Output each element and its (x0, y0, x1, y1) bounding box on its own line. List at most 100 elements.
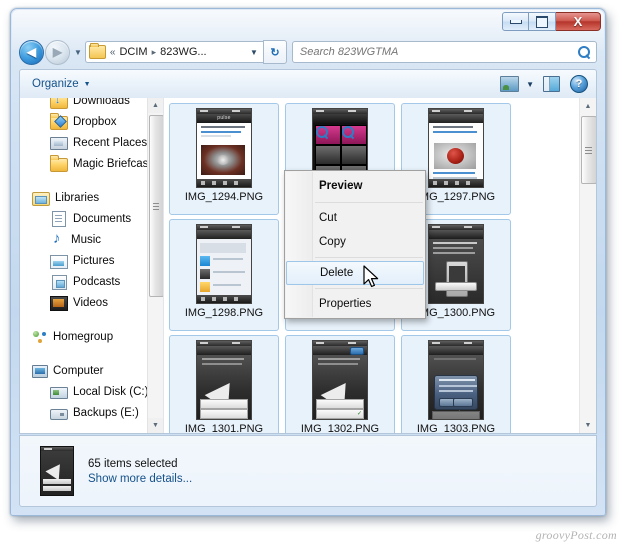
search-icon (578, 45, 591, 59)
navigation-list: Downloads Dropbox Recent Places Magic Br… (20, 98, 149, 423)
show-more-details-link[interactable]: Show more details... (88, 473, 192, 485)
sidebar-item-label: Computer (53, 364, 104, 377)
back-arrow-icon: ◀ (26, 45, 37, 59)
computer-icon (32, 365, 48, 378)
sidebar-item-libraries[interactable]: Libraries (20, 187, 149, 208)
sidebar-item-homegroup[interactable]: Homegroup (20, 326, 149, 347)
context-menu-item-copy[interactable]: Copy (285, 230, 425, 254)
sidebar-item-backups[interactable]: Backups (E:) (20, 402, 149, 423)
view-mode-chevron-down-icon[interactable]: ▼ (526, 80, 534, 89)
sidebar-item-podcasts[interactable]: Podcasts (20, 271, 149, 292)
file-tile[interactable]: ✓ IMG_1302.PNG (285, 335, 395, 433)
nav-scroll-down-button[interactable]: ▼ (148, 418, 163, 433)
phone-content (197, 123, 251, 187)
file-tile[interactable]: IMG_1301.PNG (169, 335, 279, 433)
search-input[interactable] (297, 45, 578, 59)
sidebar-item-downloads[interactable]: Downloads (20, 98, 149, 111)
details-text: 65 items selected Show more details... (88, 458, 192, 485)
file-scroll-down-button[interactable]: ▼ (580, 417, 596, 433)
sidebar-item-magic-briefcase[interactable]: Magic Briefcas (20, 153, 149, 174)
refresh-button[interactable]: ↻ (262, 40, 287, 64)
music-icon (50, 230, 66, 247)
sidebar-item-pictures[interactable]: Pictures (20, 250, 149, 271)
sidebar-item-label: Videos (73, 296, 108, 309)
forward-button[interactable]: ▶ (45, 39, 70, 65)
file-name: IMG_1300.PNG (416, 307, 496, 319)
history-dropdown-button[interactable]: ▼ (74, 48, 82, 57)
breadcrumb-item-dcim[interactable]: DCIM (119, 46, 147, 58)
close-button[interactable]: X (556, 12, 601, 31)
context-menu-item-delete[interactable]: Delete (286, 261, 424, 285)
phone-content (429, 123, 483, 187)
restore-button[interactable] (529, 12, 556, 31)
file-tile[interactable]: IMG_1294.PNG (169, 103, 279, 215)
chevron-up-icon: ▲ (152, 102, 159, 109)
sidebar-item-label: Local Disk (C:) (73, 385, 149, 398)
command-toolbar: Organize ▼ ▼ ? (19, 69, 597, 98)
sidebar-item-label: Backups (E:) (73, 406, 139, 419)
sidebar-item-documents[interactable]: Documents (20, 208, 149, 229)
folder-icon (88, 43, 106, 59)
context-menu-label: Preview (319, 180, 363, 192)
file-pane-scrollbar[interactable]: ▲ ▼ (579, 98, 596, 433)
context-menu-label: Copy (319, 236, 346, 248)
chevron-down-icon: ▼ (152, 422, 159, 429)
preview-pane-icon[interactable] (543, 76, 560, 92)
sidebar-item-label: Downloads (73, 98, 130, 107)
breadcrumb-item-current[interactable]: 823WG... (160, 46, 206, 58)
phone-nav-bar (313, 114, 367, 123)
minimize-icon (509, 19, 522, 24)
sidebar-item-videos[interactable]: Videos (20, 292, 149, 313)
minimize-button[interactable] (502, 12, 529, 31)
phone-content: ✓ (313, 347, 367, 419)
file-thumbnail (196, 108, 252, 188)
sidebar-item-label: Recent Places (73, 136, 148, 149)
window-caption-buttons: X (502, 12, 601, 31)
nav-scroll-thumb[interactable] (149, 115, 163, 297)
chevron-up-icon: ▲ (584, 102, 592, 110)
chevron-down-icon: ▼ (584, 421, 592, 429)
view-mode-button[interactable] (500, 76, 520, 92)
phone-tab-bar (429, 179, 483, 187)
navigation-scrollbar[interactable]: ▲ ▼ (147, 98, 163, 433)
preview-pane-right (550, 77, 559, 91)
context-menu-item-properties[interactable]: Properties (285, 292, 425, 316)
podcasts-icon (52, 274, 67, 290)
sidebar-item-computer[interactable]: Computer (20, 360, 149, 381)
sidebar-item-label: Podcasts (73, 275, 121, 288)
sidebar-item-label: Music (71, 233, 102, 246)
continue-button-graphic (435, 282, 477, 291)
phone-nav-bar (429, 346, 483, 355)
breadcrumb[interactable]: « DCIM ▸ 823WG... ▼ (84, 41, 263, 63)
context-menu-item-cut[interactable]: Cut (285, 206, 425, 230)
file-scroll-up-button[interactable]: ▲ (580, 98, 596, 114)
file-name: IMG_1298.PNG (184, 307, 264, 319)
search-box[interactable] (291, 41, 597, 63)
file-thumbnail (196, 340, 252, 420)
file-name: IMG_1302.PNG (300, 423, 380, 433)
organize-button[interactable]: Organize ▼ (20, 78, 99, 90)
chevron-down-icon: ▼ (83, 80, 91, 88)
file-tile[interactable]: IMG_1303.PNG (401, 335, 511, 433)
sidebar-item-local-disk[interactable]: Local Disk (C:) (20, 381, 149, 402)
confirmation-dialog (434, 375, 478, 410)
sidebar-item-recent-places[interactable]: Recent Places (20, 132, 149, 153)
nav-group-gap (20, 347, 149, 360)
context-menu-item-preview[interactable]: Preview (285, 173, 425, 199)
back-button[interactable]: ◀ (19, 39, 44, 65)
file-scroll-thumb[interactable] (581, 116, 596, 184)
context-menu: Preview Cut Copy Delete Properties (284, 170, 426, 319)
help-icon[interactable]: ? (570, 75, 588, 93)
sidebar-item-music[interactable]: Music (20, 229, 149, 250)
folder-download-icon (50, 98, 68, 109)
nav-scroll-up-button[interactable]: ▲ (148, 98, 163, 113)
breadcrumb-overflow-chevron[interactable]: « (110, 47, 116, 58)
sidebar-item-dropbox[interactable]: Dropbox (20, 111, 149, 132)
address-bar: ◀ ▶ ▼ « DCIM ▸ 823WG... ▼ ↻ (19, 39, 597, 65)
phone-content (197, 239, 251, 303)
sidebar-item-label: Libraries (55, 191, 100, 204)
phone-nav-bar (429, 114, 483, 123)
backup-drive-icon (50, 409, 68, 420)
file-tile[interactable]: IMG_1298.PNG (169, 219, 279, 331)
breadcrumb-dropdown-icon[interactable]: ▼ (250, 48, 260, 57)
